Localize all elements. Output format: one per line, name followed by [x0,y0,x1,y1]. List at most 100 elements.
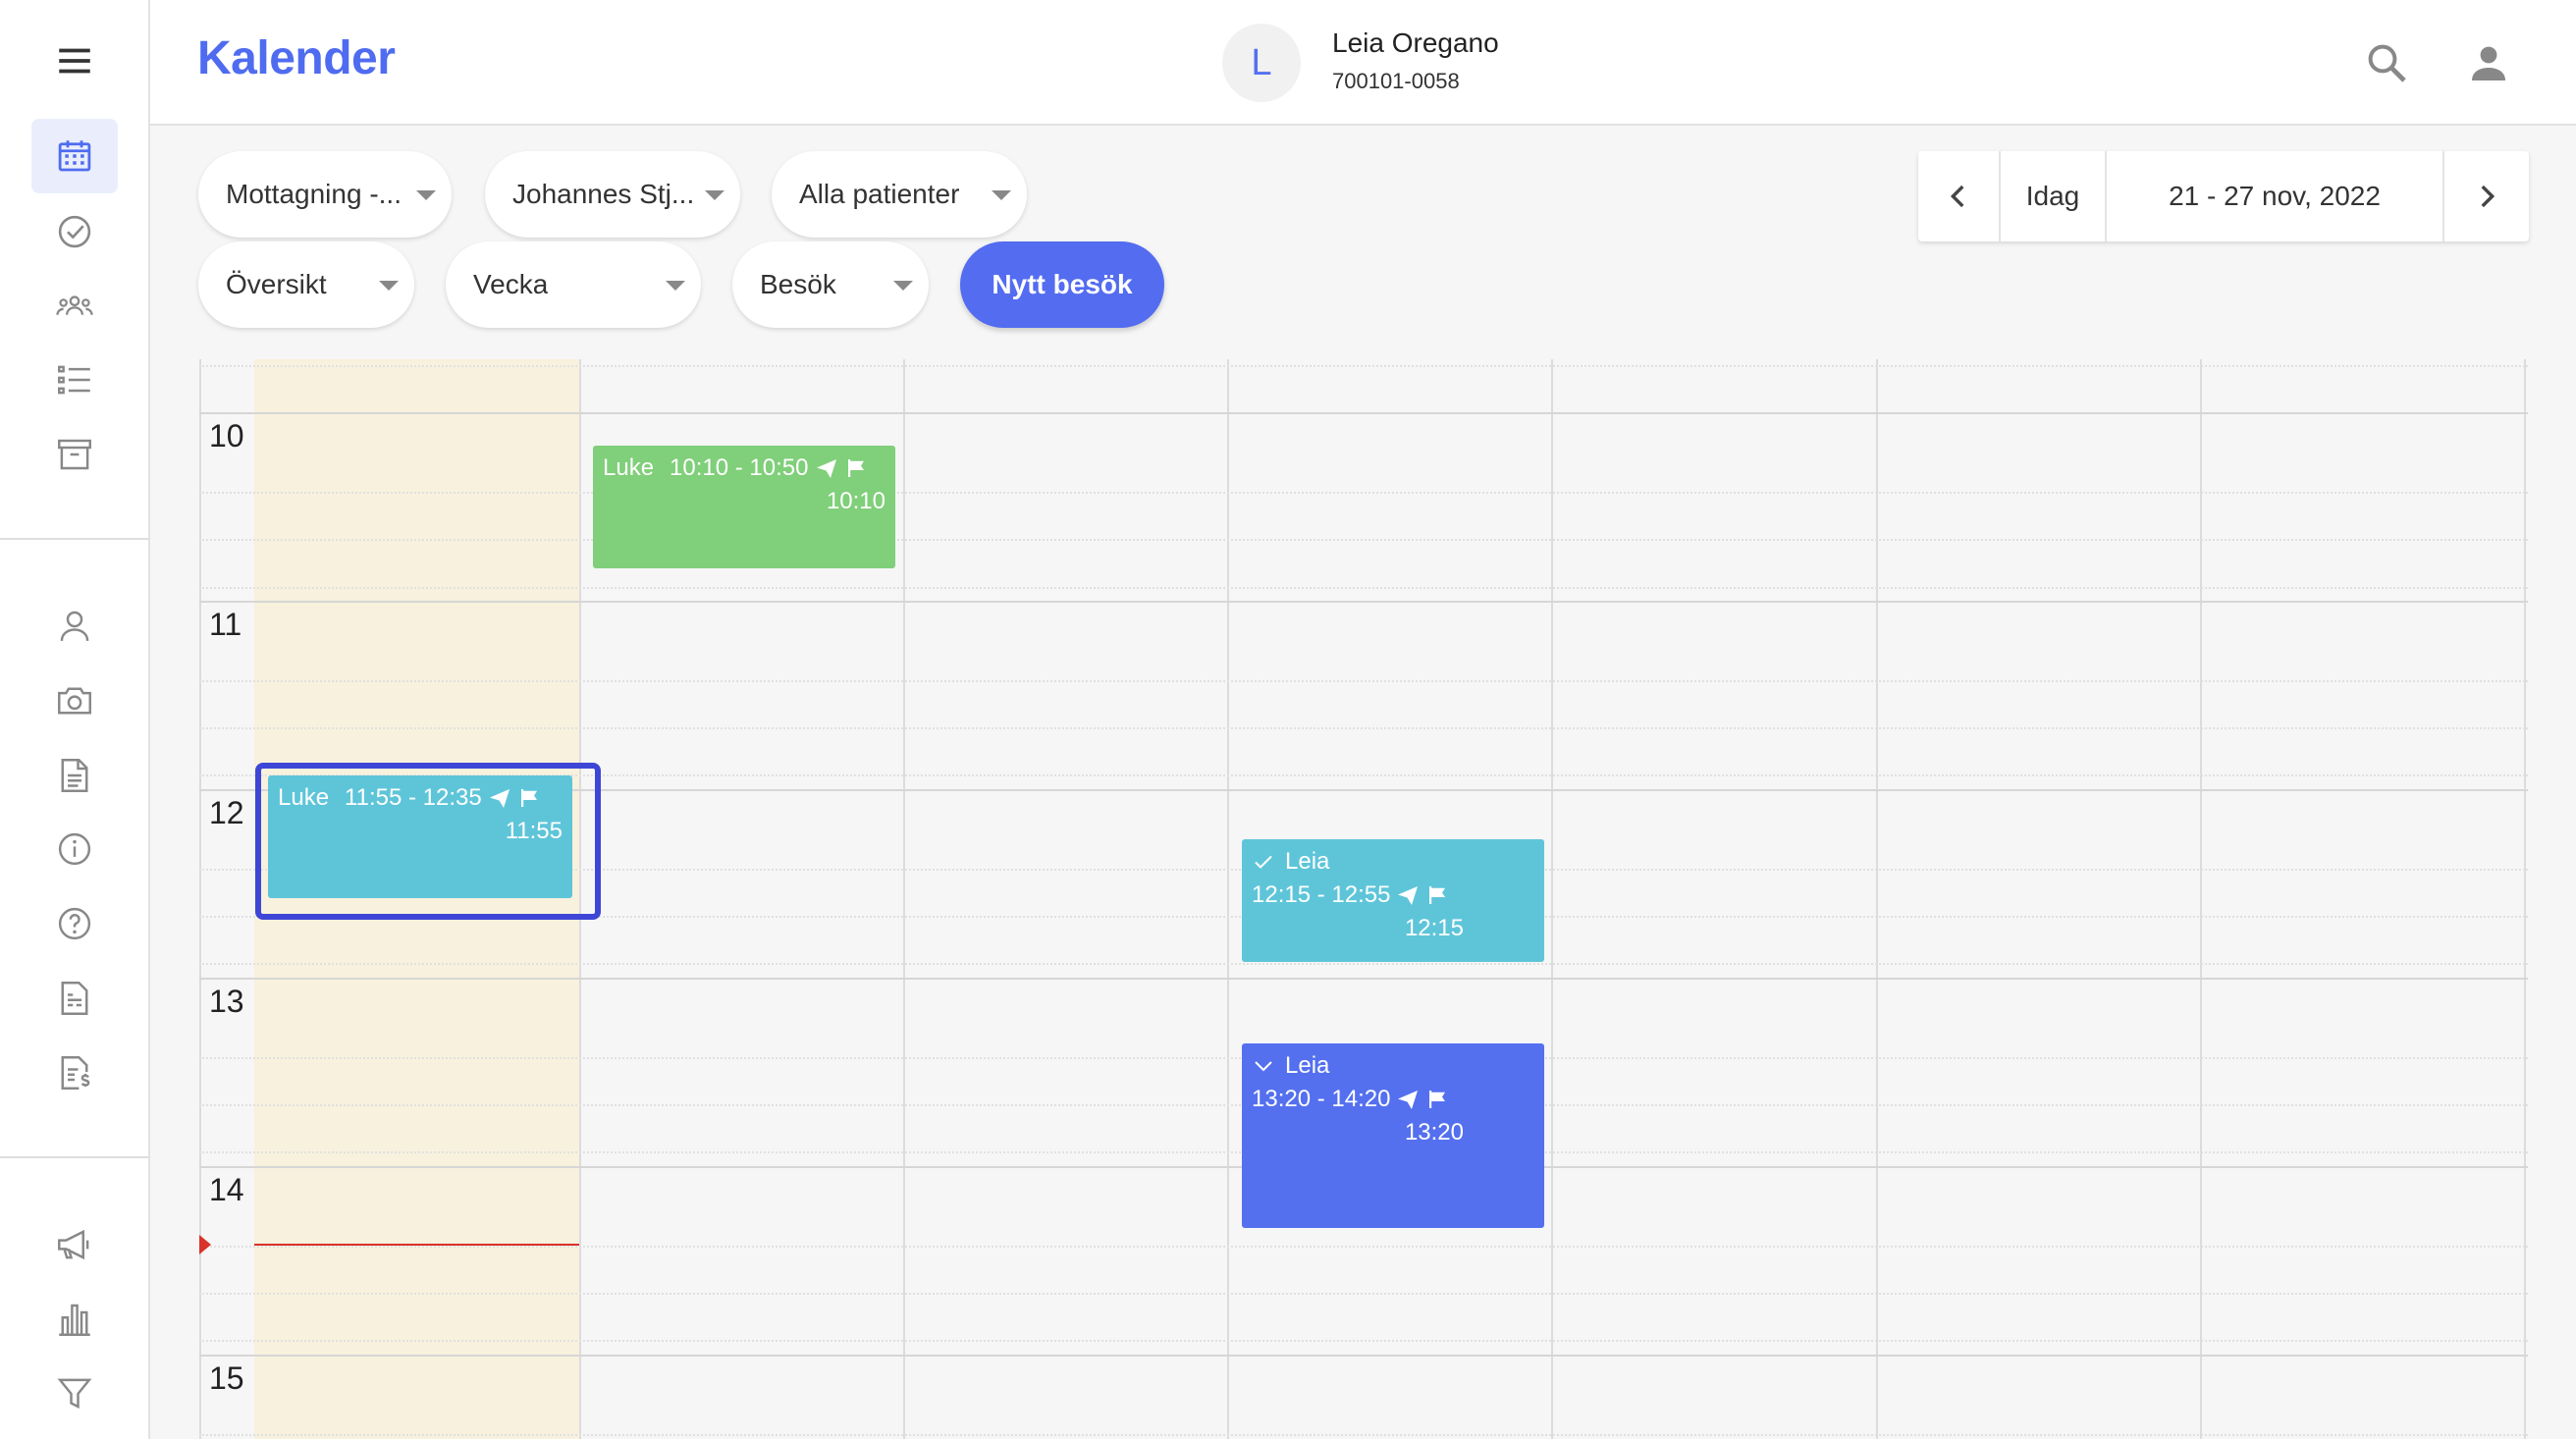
nav-groups[interactable] [31,269,118,344]
quarter-line [199,587,2528,589]
nav-help[interactable] [31,886,118,961]
send-icon [1398,1091,1419,1109]
hour-label: 10 [209,418,244,453]
quarter-line [199,539,2528,541]
patient-id: 700101-0058 [1332,69,1460,93]
day-column-divider [2524,359,2526,1439]
reception-select[interactable]: Mottagning -... [198,151,452,238]
nav-archive[interactable] [31,417,118,492]
nav-info[interactable] [31,812,118,886]
hour-label: 11 [209,607,242,642]
practitioner-select[interactable]: Johannes Stj... [485,151,740,238]
patients-select[interactable]: Alla patienter [772,151,1027,238]
week-calendar-grid[interactable]: 10 11 12 13 14 15 Luke 10:10 - 10:50 10:… [199,359,2528,1439]
hour-line [199,601,2528,603]
period-select[interactable]: Vecka [446,241,701,328]
nav-filter[interactable] [31,1356,118,1430]
send-icon [816,459,836,478]
current-time-line [254,1244,579,1246]
appointment-time: 11:55 - 12:35 [345,784,482,811]
practitioner-select-value: Johannes Stj... [512,179,695,209]
list-icon [58,365,90,395]
new-visit-button[interactable]: Nytt besök [960,241,1164,328]
appointment-patient: Leia [1285,1052,1330,1079]
menu-icon [59,48,90,74]
day-column-divider [199,359,201,1439]
overview-select-value: Översikt [226,269,327,299]
search-icon [2368,44,2406,82]
appointment-card[interactable]: Leia 12:15 - 12:55 12:15 [1242,839,1544,962]
flag-icon [520,789,537,807]
nav-list[interactable] [31,343,118,417]
person-icon [60,611,89,641]
top-bar: Kalender L Leia Oregano 700101-0058 [150,0,2576,126]
archive-icon [58,439,91,470]
info-icon [58,832,91,866]
account-icon [2472,46,2505,80]
appointment-start: 13:20 [1404,1119,1464,1146]
hour-label: 14 [209,1172,244,1207]
appointment-card[interactable]: Leia 13:20 - 14:20 13:20 [1242,1043,1544,1228]
patient-avatar[interactable]: L [1222,24,1301,102]
previous-week-button[interactable] [1918,151,2001,241]
menu-button[interactable] [31,24,118,98]
nav-patient[interactable] [31,589,118,664]
appointment-patient: Luke [278,784,330,811]
today-button[interactable]: Idag [2001,151,2107,241]
quarter-line [199,365,2528,367]
send-icon [1398,886,1419,905]
quarter-line [199,1246,2528,1248]
day-column-divider [1551,359,1553,1439]
hour-label: 12 [209,795,244,830]
nav-photos[interactable] [31,664,118,738]
group-icon [56,295,93,315]
appointment-time: 12:15 - 12:55 [1252,881,1391,908]
nav-documents[interactable] [31,738,118,813]
nav-announcements[interactable] [31,1207,118,1282]
nav-statistics[interactable] [31,1282,118,1357]
flag-icon [1429,1091,1446,1108]
quarter-line [199,727,2528,729]
next-week-button[interactable] [2444,151,2529,241]
appointment-start: 11:55 [505,818,563,844]
visit-type-select[interactable]: Besök [732,241,929,328]
appointment-card[interactable]: Luke 10:10 - 10:50 10:10 [593,446,895,568]
nav-reports[interactable] [31,961,118,1036]
sidebar-divider [0,538,150,540]
megaphone-icon [58,1229,89,1260]
appointment-start: 10:10 [826,488,886,514]
flag-icon [1429,886,1446,904]
visit-type-select-value: Besök [760,269,836,299]
date-navigator: Idag 21 - 27 nov, 2022 [1918,151,2529,241]
flag-icon [847,459,864,477]
chevron-down-icon [1255,1061,1272,1072]
nav-invoices[interactable] [31,1036,118,1110]
nav-calendar[interactable] [31,119,118,193]
report-icon [61,982,88,1015]
quarter-line [199,1293,2528,1295]
account-button[interactable] [2457,31,2520,94]
appointment-time: 10:10 - 10:50 [670,454,809,481]
appointment-card-selected[interactable]: Luke 11:55 - 12:35 11:55 [268,775,572,898]
dropdown-caret-icon [705,190,724,200]
hour-line [199,1355,2528,1357]
appointment-patient: Luke [603,454,655,481]
search-button[interactable] [2355,31,2418,94]
hour-label: 15 [209,1360,244,1396]
sidebar-divider [0,1156,150,1158]
check-circle-icon [58,215,91,248]
nav-tasks[interactable] [31,194,118,269]
invoice-icon [61,1056,90,1090]
appointment-time: 13:20 - 14:20 [1252,1086,1391,1112]
filter-icon [57,1378,92,1409]
patients-select-value: Alla patienter [799,179,960,209]
day-column-divider [1227,359,1229,1439]
sidebar [0,0,150,1439]
appointment-start: 12:15 [1404,915,1464,941]
overview-select[interactable]: Översikt [198,241,414,328]
reception-select-value: Mottagning -... [226,179,402,209]
patient-name[interactable]: Leia Oregano [1332,27,1499,59]
dropdown-caret-icon [666,281,685,291]
page-title: Kalender [197,32,396,84]
date-range-label[interactable]: 21 - 27 nov, 2022 [2107,151,2444,241]
